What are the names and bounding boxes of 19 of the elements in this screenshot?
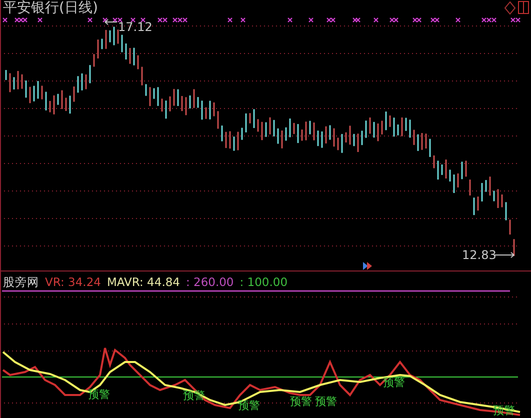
indicator-value: : 260.00 [186, 277, 234, 288]
window-split-icon[interactable] [518, 1, 529, 14]
indicator-value: : 100.00 [240, 277, 288, 288]
warning-label: 预警 [88, 389, 110, 400]
warning-label: 预警 [238, 400, 260, 411]
indicator-value: VR: 34.24 [45, 277, 101, 288]
indicator-name: 股旁网 [3, 277, 39, 288]
price-label: 17.12 [118, 21, 152, 33]
diamond-icon[interactable] [504, 1, 516, 15]
arrow-icon [104, 19, 118, 25]
double-arrow-icon[interactable] [363, 262, 372, 270]
warning-label: 预警 [315, 396, 337, 407]
warning-label: 预警 [493, 405, 515, 416]
indicator-value: MAVR: 44.84 [106, 277, 180, 288]
warning-label: 预警 [383, 377, 405, 388]
chart-title: 平安银行(日线) [3, 1, 98, 15]
warning-label: 预警 [290, 396, 312, 407]
arrow-icon [494, 252, 514, 258]
price-label: 12.83 [462, 249, 496, 261]
